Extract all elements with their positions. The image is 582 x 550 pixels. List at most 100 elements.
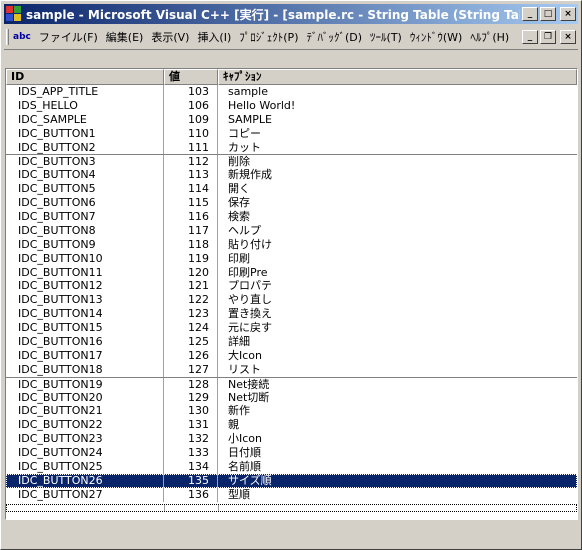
- cell-caption: プロパテ: [228, 279, 272, 293]
- doc-minimize-button[interactable]: _: [522, 30, 538, 44]
- menu-project[interactable]: ﾌﾟﾛｼﾞｪｸﾄ(P): [235, 29, 302, 45]
- close-icon: ×: [564, 8, 572, 19]
- menu-help[interactable]: ﾍﾙﾌﾟ(H): [466, 29, 513, 45]
- cell-caption: 元に戻す: [228, 321, 272, 335]
- table-row[interactable]: IDC_BUTTON4 113 新規作成: [6, 168, 577, 183]
- cell-id: IDS_APP_TITLE: [6, 85, 164, 99]
- table-row[interactable]: IDC_BUTTON15 124 元に戻す: [6, 321, 577, 336]
- menu-debug[interactable]: ﾃﾞﾊﾞｯｸﾞ(D): [302, 29, 366, 45]
- table-row[interactable]: IDS_APP_TITLE 103 sample: [6, 85, 577, 99]
- column-header-value[interactable]: 値: [164, 69, 218, 85]
- cell-value: 103: [164, 85, 218, 99]
- toolbar-grip[interactable]: [6, 29, 9, 45]
- table-row[interactable]: IDC_BUTTON20 129 Net切断: [6, 390, 577, 405]
- maximize-button[interactable]: □: [540, 7, 556, 21]
- cell-caption: 検索: [228, 210, 250, 224]
- cell-value: 109: [164, 112, 218, 127]
- cell-value: 113: [164, 168, 218, 183]
- cell-caption: 貼り付け: [228, 237, 272, 251]
- cell-value: 131: [164, 418, 218, 433]
- menu-edit[interactable]: 編集(E): [102, 29, 148, 45]
- table-row[interactable]: IDC_SAMPLE 109 SAMPLE: [6, 112, 577, 127]
- minimize-icon: _: [527, 8, 533, 19]
- table-row[interactable]: IDC_BUTTON21 130 新作: [6, 404, 577, 419]
- table-row[interactable]: IDC_BUTTON7 116 検索: [6, 210, 577, 224]
- cell-id: IDC_BUTTON23: [6, 432, 164, 447]
- doc-close-button[interactable]: ×: [560, 30, 576, 44]
- table-row[interactable]: IDC_BUTTON11 120 印刷Pre: [6, 265, 577, 280]
- cell-id: IDC_BUTTON1: [6, 126, 164, 141]
- cell-caption: 保存: [228, 196, 250, 210]
- table-row[interactable]: IDC_BUTTON16 125 詳細: [6, 335, 577, 349]
- cell-id: IDC_BUTTON9: [6, 237, 164, 252]
- column-header-id[interactable]: ID: [6, 69, 164, 85]
- menu-file[interactable]: ファイル(F): [35, 29, 102, 45]
- table-row[interactable]: IDC_BUTTON8 117 ヘルプ: [6, 223, 577, 238]
- cell-id: IDC_BUTTON7: [6, 210, 164, 224]
- new-string-row[interactable]: [6, 503, 577, 512]
- cell-value: 127: [164, 362, 218, 377]
- cell-id: [7, 504, 165, 511]
- cell-value: 123: [164, 307, 218, 322]
- menu-view[interactable]: 表示(V): [147, 29, 193, 45]
- menu-insert[interactable]: 挿入(I): [193, 29, 235, 45]
- cell-id: IDC_BUTTON13: [6, 293, 164, 308]
- table-row[interactable]: IDC_BUTTON19 128 Net接続: [6, 376, 577, 391]
- cell-caption: やり直し: [228, 293, 272, 307]
- table-row[interactable]: IDC_BUTTON5 114 開く: [6, 182, 577, 197]
- close-button[interactable]: ×: [560, 7, 576, 21]
- table-row[interactable]: IDC_BUTTON14 123 置き換え: [6, 307, 577, 322]
- cell-value: 110: [164, 126, 218, 141]
- visual-cpp-app-icon[interactable]: [6, 6, 22, 22]
- title-bar[interactable]: sample - Microsoft Visual C++ [実行] - [sa…: [4, 4, 578, 24]
- cell-caption: ヘルプ: [228, 223, 261, 237]
- cell-value: 111: [164, 140, 218, 155]
- column-header-caption[interactable]: ｷｬﾌﾟｼｮﾝ: [218, 69, 577, 85]
- table-row[interactable]: IDC_BUTTON2 111 カット: [6, 140, 577, 155]
- menu-tools[interactable]: ﾂｰﾙ(T): [366, 29, 406, 45]
- cell-id: IDC_BUTTON16: [6, 335, 164, 349]
- table-row[interactable]: IDS_HELLO 106 Hello World!: [6, 98, 577, 113]
- table-row[interactable]: IDC_BUTTON9 118 貼り付け: [6, 237, 577, 252]
- cell-id: IDC_BUTTON22: [6, 418, 164, 433]
- cell-caption: 置き換え: [228, 307, 272, 321]
- cell-caption: コピー: [228, 126, 261, 140]
- string-table-doc-icon[interactable]: abc: [13, 32, 31, 42]
- minimize-button[interactable]: _: [522, 7, 538, 21]
- table-row[interactable]: IDC_BUTTON10 119 印刷: [6, 251, 577, 266]
- string-table-list[interactable]: ID 値 ｷｬﾌﾟｼｮﾝ IDS_APP_TITLE 103 sample IDS_H…: [5, 68, 578, 520]
- table-row[interactable]: IDC_BUTTON12 121 プロパテ: [6, 279, 577, 294]
- cell-caption: カット: [228, 140, 261, 154]
- cell-value: 119: [164, 251, 218, 266]
- cell-value: 133: [164, 446, 218, 461]
- maximize-icon: □: [543, 8, 553, 19]
- table-row[interactable]: IDC_BUTTON6 115 保存: [6, 196, 577, 211]
- menu-window[interactable]: ｳｨﾝﾄﾞｳ(W): [406, 29, 466, 45]
- cell-id: IDC_BUTTON12: [6, 279, 164, 294]
- cell-id: IDC_BUTTON21: [6, 404, 164, 419]
- table-row[interactable]: IDC_BUTTON13 122 やり直し: [6, 293, 577, 308]
- window-title: sample - Microsoft Visual C++ [実行] - [sa…: [26, 7, 520, 22]
- cell-caption: 小Icon: [228, 432, 262, 446]
- table-row[interactable]: IDC_BUTTON18 127 リスト: [6, 362, 577, 377]
- cell-id: IDC_BUTTON19: [6, 377, 164, 391]
- cell-value: 126: [164, 348, 218, 363]
- table-row[interactable]: IDC_BUTTON23 132 小Icon: [6, 432, 577, 447]
- cell-id: IDC_BUTTON11: [6, 265, 164, 280]
- table-row[interactable]: IDC_BUTTON1 110 コピー: [6, 126, 577, 141]
- cell-id: IDC_BUTTON3: [6, 155, 164, 169]
- cell-value: 132: [164, 432, 218, 447]
- cell-id: IDC_BUTTON6: [6, 196, 164, 211]
- cell-value: 130: [164, 404, 218, 419]
- table-row[interactable]: IDC_BUTTON3 112 削除: [6, 154, 577, 169]
- cell-id: IDC_BUTTON10: [6, 251, 164, 266]
- table-row[interactable]: IDC_BUTTON25 134 名前順: [6, 460, 577, 474]
- doc-restore-button[interactable]: ❐: [540, 30, 556, 44]
- table-row[interactable]: IDC_BUTTON26 135 サイズ順: [6, 473, 577, 488]
- table-row[interactable]: IDC_BUTTON24 133 日付順: [6, 446, 577, 461]
- table-row[interactable]: IDC_BUTTON17 126 大Icon: [6, 348, 577, 363]
- table-row[interactable]: IDC_BUTTON27 136 型順: [6, 487, 577, 502]
- status-bar: [4, 525, 578, 545]
- table-row[interactable]: IDC_BUTTON22 131 親: [6, 418, 577, 433]
- restore-icon: ❐: [543, 31, 553, 42]
